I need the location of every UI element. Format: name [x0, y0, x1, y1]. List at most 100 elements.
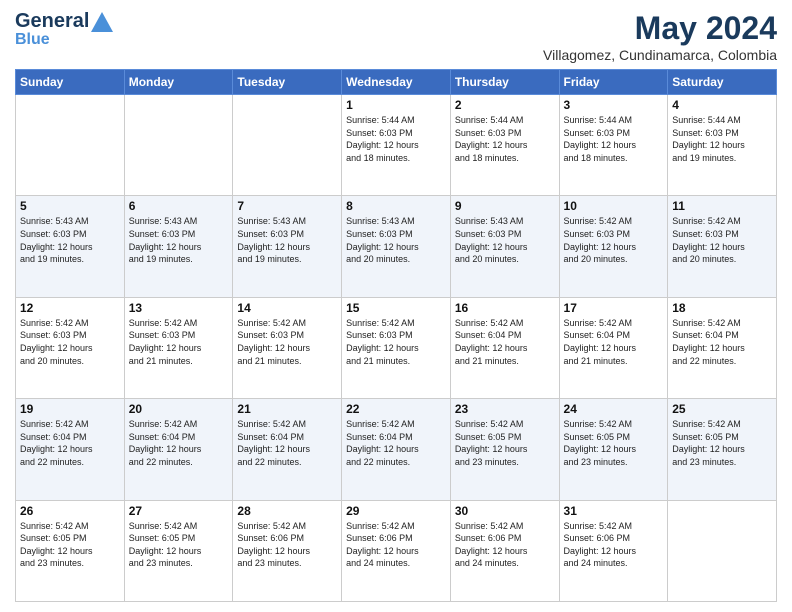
location: Villagomez, Cundinamarca, Colombia	[543, 47, 777, 63]
day-info: Sunrise: 5:42 AM Sunset: 6:03 PM Dayligh…	[129, 317, 229, 367]
day-info: Sunrise: 5:42 AM Sunset: 6:06 PM Dayligh…	[346, 520, 446, 570]
day-number: 15	[346, 301, 446, 315]
day-number: 19	[20, 402, 120, 416]
day-number: 18	[672, 301, 772, 315]
day-number: 13	[129, 301, 229, 315]
day-number: 9	[455, 199, 555, 213]
calendar-cell: 23Sunrise: 5:42 AM Sunset: 6:05 PM Dayli…	[450, 399, 559, 500]
calendar-week-2: 5 Sunrise: 5:43 AM Sunset: 6:03 PM Daylig…	[16, 196, 777, 297]
calendar-cell: 14 Sunrise: 5:42 AM Sunset: 6:03 PM Dayli…	[233, 297, 342, 398]
calendar-cell: 11 Sunrise: 5:42 AM Sunset: 6:03 PM Dayli…	[668, 196, 777, 297]
calendar-week-5: 26Sunrise: 5:42 AM Sunset: 6:05 PM Dayli…	[16, 500, 777, 601]
day-info: Sunrise: 5:43 AM Sunset: 6:03 PM Dayligh…	[129, 215, 229, 265]
day-info: Sunrise: 5:42 AM Sunset: 6:06 PM Dayligh…	[564, 520, 664, 570]
calendar-cell: 18Sunrise: 5:42 AM Sunset: 6:04 PM Dayli…	[668, 297, 777, 398]
day-info: Sunrise: 5:44 AM Sunset: 6:03 PM Dayligh…	[346, 114, 446, 164]
day-number: 25	[672, 402, 772, 416]
calendar-table: SundayMondayTuesdayWednesdayThursdayFrid…	[15, 69, 777, 602]
title-section: May 2024 Villagomez, Cundinamarca, Colom…	[543, 10, 777, 63]
calendar-cell	[124, 95, 233, 196]
calendar-cell: 15 Sunrise: 5:42 AM Sunset: 6:03 PM Dayli…	[342, 297, 451, 398]
day-number: 31	[564, 504, 664, 518]
calendar-cell: 4Sunrise: 5:44 AM Sunset: 6:03 PM Daylig…	[668, 95, 777, 196]
calendar-cell: 26Sunrise: 5:42 AM Sunset: 6:05 PM Dayli…	[16, 500, 125, 601]
calendar-cell: 31 Sunrise: 5:42 AM Sunset: 6:06 PM Dayli…	[559, 500, 668, 601]
day-number: 26	[20, 504, 120, 518]
calendar-cell: 9Sunrise: 5:43 AM Sunset: 6:03 PM Daylig…	[450, 196, 559, 297]
calendar-cell: 5 Sunrise: 5:43 AM Sunset: 6:03 PM Daylig…	[16, 196, 125, 297]
day-header-thursday: Thursday	[450, 70, 559, 95]
calendar-cell: 12 Sunrise: 5:42 AM Sunset: 6:03 PM Dayli…	[16, 297, 125, 398]
day-number: 22	[346, 402, 446, 416]
day-info: Sunrise: 5:42 AM Sunset: 6:05 PM Dayligh…	[564, 418, 664, 468]
header: General Blue May 2024 Villagomez, Cundin…	[15, 10, 777, 63]
day-number: 6	[129, 199, 229, 213]
calendar-cell: 27Sunrise: 5:42 AM Sunset: 6:05 PM Dayli…	[124, 500, 233, 601]
day-info: Sunrise: 5:42 AM Sunset: 6:04 PM Dayligh…	[129, 418, 229, 468]
day-info: Sunrise: 5:42 AM Sunset: 6:03 PM Dayligh…	[237, 317, 337, 367]
calendar-cell	[668, 500, 777, 601]
day-number: 8	[346, 199, 446, 213]
day-info: Sunrise: 5:42 AM Sunset: 6:04 PM Dayligh…	[346, 418, 446, 468]
calendar-cell: 19 Sunrise: 5:42 AM Sunset: 6:04 PM Dayli…	[16, 399, 125, 500]
day-info: Sunrise: 5:43 AM Sunset: 6:03 PM Dayligh…	[237, 215, 337, 265]
day-number: 14	[237, 301, 337, 315]
day-info: Sunrise: 5:42 AM Sunset: 6:03 PM Dayligh…	[346, 317, 446, 367]
day-number: 24	[564, 402, 664, 416]
day-number: 11	[672, 199, 772, 213]
day-header-monday: Monday	[124, 70, 233, 95]
day-number: 7	[237, 199, 337, 213]
calendar-cell: 6 Sunrise: 5:43 AM Sunset: 6:03 PM Daylig…	[124, 196, 233, 297]
day-info: Sunrise: 5:42 AM Sunset: 6:03 PM Dayligh…	[672, 215, 772, 265]
calendar-cell: 16 Sunrise: 5:42 AM Sunset: 6:04 PM Dayli…	[450, 297, 559, 398]
day-header-friday: Friday	[559, 70, 668, 95]
calendar-cell: 8Sunrise: 5:43 AM Sunset: 6:03 PM Daylig…	[342, 196, 451, 297]
day-info: Sunrise: 5:42 AM Sunset: 6:04 PM Dayligh…	[564, 317, 664, 367]
calendar-week-1: 1 Sunrise: 5:44 AM Sunset: 6:03 PM Daylig…	[16, 95, 777, 196]
calendar-cell: 20 Sunrise: 5:42 AM Sunset: 6:04 PM Dayli…	[124, 399, 233, 500]
day-number: 30	[455, 504, 555, 518]
day-number: 12	[20, 301, 120, 315]
day-header-wednesday: Wednesday	[342, 70, 451, 95]
logo-icon	[91, 12, 113, 32]
logo: General Blue	[15, 10, 113, 49]
day-number: 1	[346, 98, 446, 112]
calendar-header-row: SundayMondayTuesdayWednesdayThursdayFrid…	[16, 70, 777, 95]
calendar-cell: 3Sunrise: 5:44 AM Sunset: 6:03 PM Daylig…	[559, 95, 668, 196]
calendar-cell: 17Sunrise: 5:42 AM Sunset: 6:04 PM Dayli…	[559, 297, 668, 398]
day-info: Sunrise: 5:42 AM Sunset: 6:03 PM Dayligh…	[20, 317, 120, 367]
day-number: 20	[129, 402, 229, 416]
calendar-cell	[16, 95, 125, 196]
day-number: 3	[564, 98, 664, 112]
day-header-tuesday: Tuesday	[233, 70, 342, 95]
calendar-week-4: 19 Sunrise: 5:42 AM Sunset: 6:04 PM Dayli…	[16, 399, 777, 500]
calendar-cell: 7 Sunrise: 5:43 AM Sunset: 6:03 PM Daylig…	[233, 196, 342, 297]
day-info: Sunrise: 5:42 AM Sunset: 6:04 PM Dayligh…	[20, 418, 120, 468]
calendar-cell: 24 Sunrise: 5:42 AM Sunset: 6:05 PM Dayli…	[559, 399, 668, 500]
day-info: Sunrise: 5:42 AM Sunset: 6:06 PM Dayligh…	[455, 520, 555, 570]
day-number: 16	[455, 301, 555, 315]
calendar-week-3: 12 Sunrise: 5:42 AM Sunset: 6:03 PM Dayli…	[16, 297, 777, 398]
calendar-cell: 28 Sunrise: 5:42 AM Sunset: 6:06 PM Dayli…	[233, 500, 342, 601]
day-info: Sunrise: 5:44 AM Sunset: 6:03 PM Dayligh…	[455, 114, 555, 164]
day-info: Sunrise: 5:42 AM Sunset: 6:04 PM Dayligh…	[237, 418, 337, 468]
day-header-sunday: Sunday	[16, 70, 125, 95]
calendar-cell: 25 Sunrise: 5:42 AM Sunset: 6:05 PM Dayli…	[668, 399, 777, 500]
calendar-cell: 13 Sunrise: 5:42 AM Sunset: 6:03 PM Dayli…	[124, 297, 233, 398]
day-info: Sunrise: 5:42 AM Sunset: 6:04 PM Dayligh…	[455, 317, 555, 367]
day-info: Sunrise: 5:42 AM Sunset: 6:05 PM Dayligh…	[672, 418, 772, 468]
calendar-cell: 30 Sunrise: 5:42 AM Sunset: 6:06 PM Dayli…	[450, 500, 559, 601]
day-number: 28	[237, 504, 337, 518]
day-info: Sunrise: 5:43 AM Sunset: 6:03 PM Dayligh…	[20, 215, 120, 265]
day-info: Sunrise: 5:42 AM Sunset: 6:06 PM Dayligh…	[237, 520, 337, 570]
calendar-cell: 10Sunrise: 5:42 AM Sunset: 6:03 PM Dayli…	[559, 196, 668, 297]
day-number: 2	[455, 98, 555, 112]
day-number: 29	[346, 504, 446, 518]
calendar-cell: 2 Sunrise: 5:44 AM Sunset: 6:03 PM Daylig…	[450, 95, 559, 196]
day-number: 5	[20, 199, 120, 213]
month-title: May 2024	[543, 10, 777, 47]
day-info: Sunrise: 5:42 AM Sunset: 6:03 PM Dayligh…	[564, 215, 664, 265]
calendar-cell: 22 Sunrise: 5:42 AM Sunset: 6:04 PM Dayli…	[342, 399, 451, 500]
day-info: Sunrise: 5:42 AM Sunset: 6:05 PM Dayligh…	[455, 418, 555, 468]
calendar-container: General Blue May 2024 Villagomez, Cundin…	[0, 0, 792, 612]
